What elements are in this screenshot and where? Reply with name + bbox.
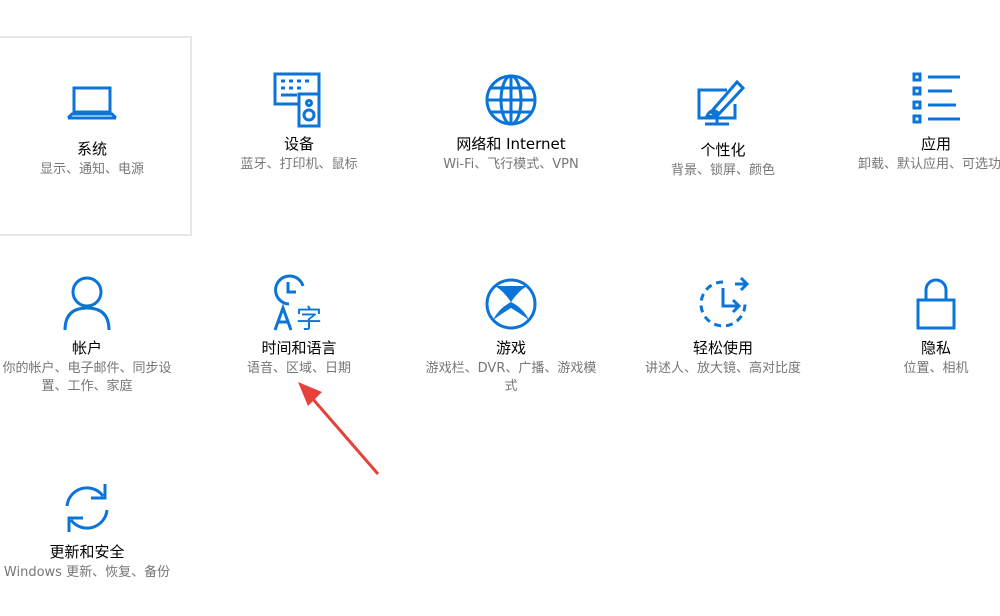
- laptop-icon: [62, 75, 122, 135]
- app-list-icon: [906, 70, 966, 130]
- tile-gaming[interactable]: 游戏 游戏栏、DVR、广播、游戏模式: [411, 240, 611, 440]
- tile-time-language[interactable]: 字 时间和语言 语音、区域、日期: [199, 240, 399, 440]
- clock-language-icon: 字: [269, 274, 329, 334]
- svg-text:字: 字: [296, 305, 322, 334]
- tile-network[interactable]: 网络和 Internet Wi-Fi、飞行模式、VPN: [411, 36, 611, 236]
- tile-update-security[interactable]: 更新和安全 Windows 更新、恢复、备份: [0, 444, 187, 616]
- keyboard-speaker-icon: [269, 70, 329, 130]
- tile-title: 帐户: [71, 339, 102, 357]
- tile-description: 游戏栏、DVR、广播、游戏模式: [425, 361, 597, 394]
- tile-description: 语音、区域、日期: [246, 361, 351, 376]
- tile-apps[interactable]: 应用 卸载、默认应用、可选功能: [836, 36, 1000, 236]
- sync-icon: [57, 478, 117, 538]
- tile-title: 轻松使用: [692, 339, 753, 357]
- tile-title: 应用: [920, 135, 951, 153]
- person-icon: [57, 274, 117, 334]
- tile-description: 卸载、默认应用、可选功能: [857, 157, 1000, 172]
- tile-personalization[interactable]: 个性化 背景、锁屏、颜色: [623, 36, 823, 236]
- tile-title: 隐私: [920, 339, 951, 357]
- paint-brush-icon: [693, 76, 753, 136]
- tile-title: 更新和安全: [49, 543, 125, 561]
- tile-description: 讲述人、放大镜、高对比度: [644, 361, 801, 376]
- xbox-icon: [481, 274, 541, 334]
- tile-title: 个性化: [700, 141, 746, 159]
- tile-description: Wi-Fi、飞行模式、VPN: [443, 157, 579, 172]
- tile-privacy[interactable]: 隐私 位置、相机: [836, 240, 1000, 440]
- ease-of-access-icon: [693, 274, 753, 334]
- tile-title: 网络和 Internet: [456, 135, 566, 153]
- tile-description: 背景、锁屏、颜色: [670, 163, 775, 178]
- tile-description: 蓝牙、打印机、鼠标: [240, 157, 358, 172]
- lock-icon: [906, 274, 966, 334]
- tile-ease-of-access[interactable]: 轻松使用 讲述人、放大镜、高对比度: [623, 240, 823, 440]
- tile-title: 游戏: [495, 339, 526, 357]
- tile-description: 显示、通知、电源: [39, 162, 144, 177]
- tile-devices[interactable]: 设备 蓝牙、打印机、鼠标: [199, 36, 399, 236]
- tile-system[interactable]: 系统 显示、通知、电源: [0, 36, 192, 236]
- tile-accounts[interactable]: 帐户 你的帐户、电子邮件、同步设置、工作、家庭: [0, 240, 187, 440]
- tile-title: 系统: [76, 140, 107, 158]
- tile-description: 你的帐户、电子邮件、同步设置、工作、家庭: [2, 361, 172, 394]
- tile-title: 设备: [283, 135, 314, 153]
- globe-icon: [481, 70, 541, 130]
- tile-description: 位置、相机: [903, 361, 969, 376]
- tile-title: 时间和语言: [261, 339, 337, 357]
- tile-description: Windows 更新、恢复、备份: [3, 565, 171, 580]
